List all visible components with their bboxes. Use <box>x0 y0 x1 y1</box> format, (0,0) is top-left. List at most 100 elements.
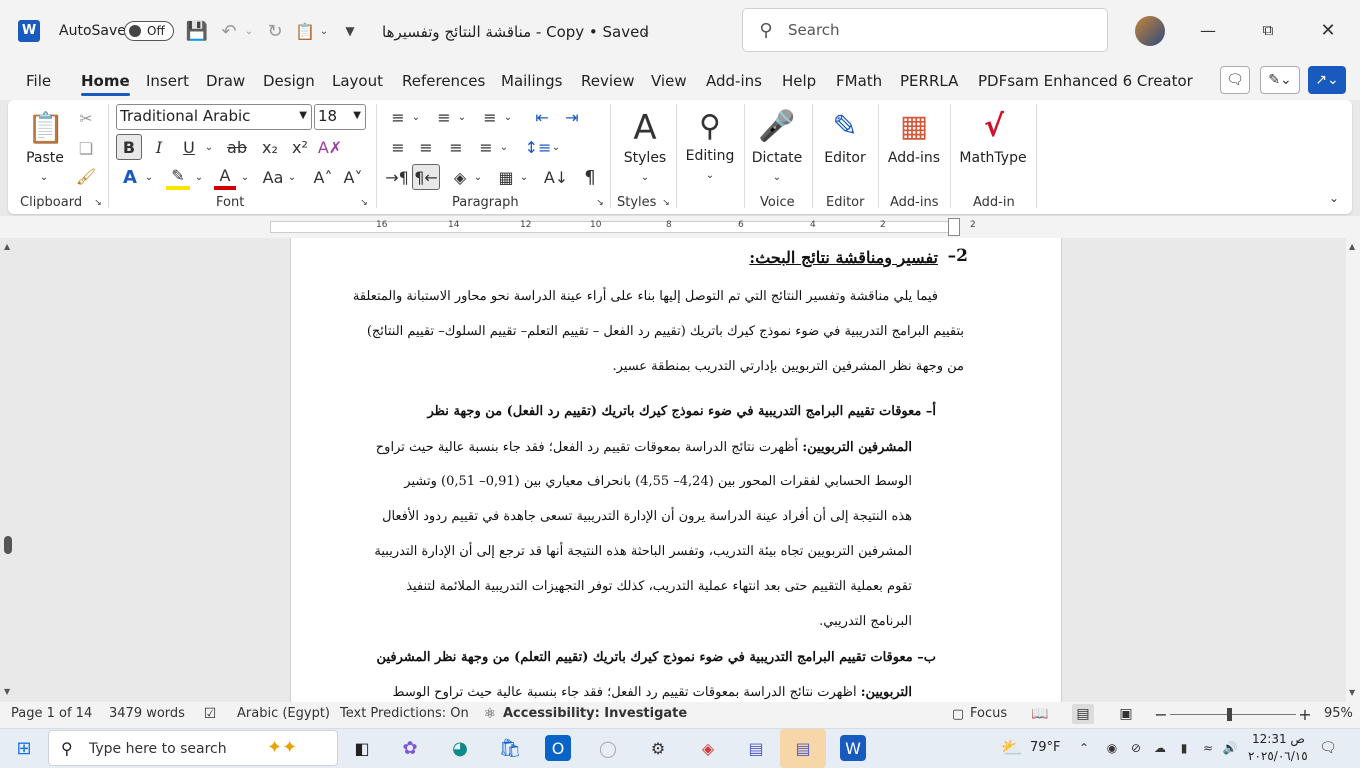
temperature[interactable]: 79°F <box>1030 740 1061 755</box>
read-mode-icon[interactable]: 📖 <box>1030 705 1050 723</box>
tab-review[interactable]: Review <box>581 72 635 90</box>
outlook-icon[interactable]: O <box>545 735 571 761</box>
zoom-slider-thumb[interactable] <box>1227 708 1232 721</box>
tab-mailings[interactable]: Mailings <box>501 72 562 90</box>
tray-volume-icon[interactable]: 🔊 <box>1222 738 1238 758</box>
teams-icon[interactable]: ▤ <box>738 732 774 764</box>
tab-view[interactable]: View <box>651 72 687 90</box>
web-layout-icon[interactable]: ▣ <box>1116 705 1136 723</box>
search-box[interactable]: ⚲ Search <box>742 8 1108 52</box>
bullets-icon[interactable]: ≡ <box>386 104 410 130</box>
tab-file[interactable]: File <box>26 72 51 90</box>
format-dropdown-icon[interactable]: ⌄ <box>318 20 330 42</box>
text-effects-dropdown-icon[interactable]: ⌄ <box>142 164 156 190</box>
tray-wifi-icon[interactable]: ≈ <box>1200 738 1216 758</box>
show-marks-icon[interactable]: ¶ <box>578 164 602 190</box>
increase-indent-icon[interactable]: ⇥ <box>560 104 584 130</box>
microphone-icon[interactable]: 🎤 <box>758 104 796 148</box>
copy-icon[interactable]: ❏ <box>76 138 96 158</box>
tab-draw[interactable]: Draw <box>206 72 245 90</box>
mathtype-icon[interactable]: √ <box>974 106 1014 146</box>
ruler-bar[interactable] <box>270 221 960 233</box>
indent-marker[interactable] <box>948 218 960 236</box>
shading-dropdown-icon[interactable]: ⌄ <box>472 164 484 190</box>
scroll-down-left-icon[interactable]: ▼ <box>4 687 14 697</box>
vertical-scrollbar[interactable]: ▲ ▼ <box>1346 238 1360 702</box>
tray-cloud-icon[interactable]: ☁ <box>1152 738 1168 758</box>
bullets-dropdown-icon[interactable]: ⌄ <box>410 104 422 130</box>
bold-button[interactable]: B <box>116 134 142 160</box>
text-effects-icon[interactable]: A <box>118 164 142 190</box>
accessibility-status[interactable]: Accessibility: Investigate <box>503 706 687 721</box>
underline-dropdown-icon[interactable]: ⌄ <box>202 134 216 160</box>
clock-time[interactable]: 12:31 ص <box>1252 732 1305 746</box>
add-ins-icon[interactable]: ▦ <box>894 106 934 146</box>
rtl-direction-icon[interactable]: ¶← <box>412 164 440 190</box>
shrink-font-icon[interactable]: A˅ <box>342 164 364 190</box>
clock-date[interactable]: ٢٠٢٥/٠٦/١٥ <box>1248 749 1308 763</box>
customize-toolbar-icon[interactable]: ▼ <box>342 20 358 42</box>
font-launcher-icon[interactable]: ↘ <box>358 197 370 209</box>
add-ins-button[interactable]: Add-ins <box>884 150 944 166</box>
tab-design[interactable]: Design <box>263 72 315 90</box>
editing-mode-icon[interactable]: ✎⌄ <box>1260 66 1300 94</box>
tab-home[interactable]: Home <box>81 72 130 96</box>
editor-button[interactable]: Editor <box>818 150 872 166</box>
paste-icon[interactable]: 📋 <box>27 108 64 148</box>
tray-network-off-icon[interactable]: ⊘ <box>1128 738 1144 758</box>
scroll-down-icon[interactable]: ▼ <box>1349 688 1355 697</box>
clear-formatting-icon[interactable]: A✗ <box>318 134 342 160</box>
windows-start-icon[interactable]: ⊞ <box>6 732 42 764</box>
zoom-in-icon[interactable]: + <box>1298 705 1312 724</box>
format-painter-icon[interactable]: 🖌 <box>76 166 96 186</box>
word-count[interactable]: 3479 words <box>109 706 185 721</box>
paste-dropdown-icon[interactable]: ⌄ <box>36 170 52 184</box>
font-name-select[interactable]: Traditional Arabic ▼ <box>116 104 312 130</box>
msi-app-icon[interactable]: ⚙ <box>640 732 676 764</box>
dictate-button[interactable]: Dictate <box>748 150 806 166</box>
italic-button[interactable]: I <box>148 134 170 160</box>
app-icon[interactable]: ◈ <box>690 732 726 764</box>
cut-icon[interactable]: ✂ <box>76 108 96 128</box>
ltr-direction-icon[interactable]: →¶ <box>384 164 410 190</box>
line-spacing-icon[interactable]: ↕≡ <box>525 134 552 160</box>
styles-button[interactable]: Styles <box>616 150 674 166</box>
justify-icon[interactable]: ≡ <box>474 134 498 160</box>
align-center-icon[interactable]: ≡ <box>414 134 438 160</box>
tab-pdfsam[interactable]: PDFsam Enhanced 6 Creator <box>978 72 1193 90</box>
copilot-icon[interactable]: ✿ <box>392 732 428 764</box>
document-page[interactable] <box>290 238 1062 702</box>
tab-add-ins[interactable]: Add-ins <box>706 72 762 90</box>
clipboard-launcher-icon[interactable]: ↘ <box>92 197 104 209</box>
zoom-level[interactable]: 95% <box>1324 706 1353 721</box>
tray-chevron-up-icon[interactable]: ⌃ <box>1076 738 1092 758</box>
teams-active-icon[interactable]: ▤ <box>780 729 826 768</box>
tray-battery-icon[interactable]: ▮ <box>1176 738 1192 758</box>
tab-fmath[interactable]: FMath <box>836 72 882 90</box>
editor-icon[interactable]: ✎ <box>826 104 864 148</box>
grow-font-icon[interactable]: A˄ <box>312 164 334 190</box>
tab-help[interactable]: Help <box>782 72 816 90</box>
tab-insert[interactable]: Insert <box>146 72 189 90</box>
borders-dropdown-icon[interactable]: ⌄ <box>518 164 530 190</box>
title-chevron-down-icon[interactable]: ⌄ <box>638 20 654 42</box>
left-scroll-thumb[interactable] <box>4 536 12 554</box>
tab-perrla[interactable]: PERRLA <box>900 72 958 90</box>
weather-icon[interactable]: ⛅ <box>994 732 1030 764</box>
highlight-icon[interactable]: ✎ <box>166 164 190 190</box>
taskbar-search[interactable]: ⚲ Type here to search ✦✦ <box>48 730 338 766</box>
superscript-button[interactable]: x² <box>288 134 312 160</box>
editing-button[interactable]: Editing <box>682 148 738 164</box>
align-right-icon[interactable]: ≡ <box>444 134 468 160</box>
language[interactable]: Arabic (Egypt) <box>237 706 330 721</box>
document-title[interactable]: مناقشة النتائج وتفسيرها - Copy • Saved <box>382 23 649 41</box>
text-predictions[interactable]: Text Predictions: On <box>340 706 469 721</box>
scroll-up-left-icon[interactable]: ▲ <box>4 242 14 252</box>
sort-icon[interactable]: A↓ <box>544 164 568 190</box>
dictate-dropdown-icon[interactable]: ⌄ <box>770 170 784 184</box>
align-left-icon[interactable]: ≡ <box>386 134 410 160</box>
restore-icon[interactable]: ⧉ <box>1256 18 1280 42</box>
justify-dropdown-icon[interactable]: ⌄ <box>498 134 510 160</box>
watermark-app-icon[interactable]: ◯ <box>590 732 626 764</box>
font-size-select[interactable]: 18 ▼ <box>314 104 366 130</box>
